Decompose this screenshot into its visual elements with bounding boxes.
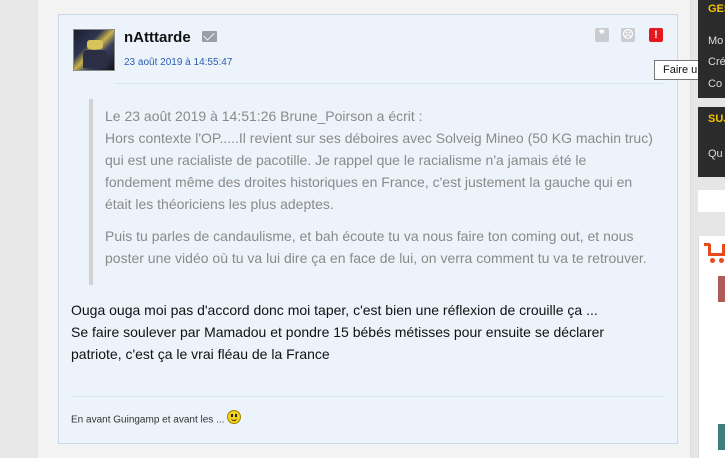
quote-line: poster une vidéo où tu va lui dire ça en… (105, 250, 647, 266)
reply-line: Se faire soulever par Mamadou et pondre … (71, 324, 605, 340)
post-date-link[interactable]: 23 août 2019 à 14:55:47 (124, 57, 232, 68)
sidebar-item[interactable]: Cré (708, 56, 725, 68)
signature: En avant Guingamp et avant les ... (71, 410, 242, 427)
avatar-body (83, 50, 107, 68)
sad-face-icon[interactable]: ☹ (621, 28, 635, 42)
quote-line: Puis tu parles de candaulisme, et bah éc… (105, 228, 634, 244)
cart-icon[interactable] (708, 244, 725, 256)
mail-icon[interactable] (202, 31, 217, 42)
sidebar-item[interactable]: Qu (708, 148, 723, 160)
sidebar-item[interactable]: Co (708, 78, 722, 90)
quoted-message: Le 23 août 2019 à 14:51:26 Brune_Poirson… (89, 99, 664, 285)
signature-text: En avant Guingamp et avant les ... (71, 414, 225, 426)
sidebar-section-manage: GES Mo Cré Co (698, 0, 725, 98)
product-thumbnail[interactable] (718, 276, 725, 302)
quote-line: Le 23 août 2019 à 14:51:26 Brune_Poirson… (105, 108, 423, 124)
quote-text: Le 23 août 2019 à 14:51:26 Brune_Poirson… (105, 105, 665, 269)
quote-icon[interactable]: ❞ (595, 28, 609, 42)
reply-line: Ouga ouga moi pas d'accord donc moi tape… (71, 302, 598, 318)
sidebar-blank-box (698, 190, 725, 212)
sidebar-item[interactable]: Mo (708, 35, 723, 47)
quote-line: qui est une racialiste de pacotille. Je … (105, 152, 587, 168)
quote-paragraph-2: Puis tu parles de candaulisme, et bah éc… (105, 225, 665, 269)
cart-icon-wheel (710, 258, 715, 263)
reply-text: Ouga ouga moi pas d'accord donc moi tape… (71, 299, 661, 365)
header-divider (115, 83, 665, 84)
signature-divider (71, 396, 664, 397)
user-avatar[interactable] (73, 29, 115, 71)
product-thumbnail[interactable] (718, 424, 725, 450)
quote-line: Hors contexte l'OP.....Il revient sur se… (105, 130, 653, 146)
avatar-visor (87, 40, 103, 49)
quote-line: fondement même des droites historiques e… (105, 174, 633, 190)
sidebar-heading: GES (708, 3, 725, 15)
forum-post: nAtttarde 23 août 2019 à 14:55:47 ❞ ☹ ! … (58, 14, 678, 444)
username-link[interactable]: nAtttarde (124, 29, 191, 46)
sidebar-section-topics: SUJ Qu (698, 107, 725, 177)
quote-line: était les théoriciens les plus adeptes. (105, 196, 334, 212)
sidebar-heading: SUJ (708, 113, 725, 125)
reply-line: patriote, c'est ça le vrai fléau de la F… (71, 346, 330, 362)
cart-icon-wheel (719, 258, 724, 263)
report-icon[interactable]: ! (649, 28, 663, 42)
smiley-icon (227, 410, 242, 424)
page-left-gutter (0, 0, 38, 458)
